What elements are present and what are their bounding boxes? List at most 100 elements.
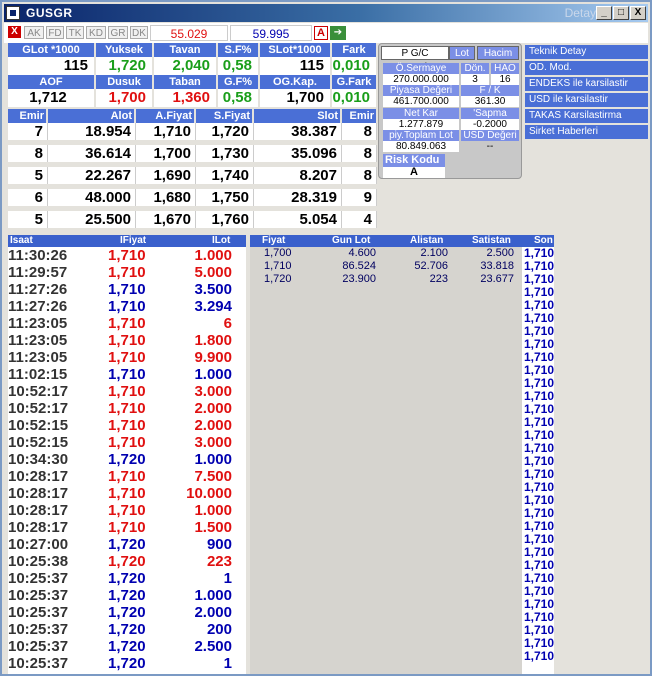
maximize-button[interactable]: □ xyxy=(613,6,629,20)
value-fk: 361.30 xyxy=(461,96,519,107)
value-dusuk: 1,700 xyxy=(96,89,152,107)
trade-row[interactable]: 10:27:00 1,720 900 xyxy=(8,536,246,553)
trade-row[interactable]: 10:28:17 1,710 1.500 xyxy=(8,519,246,536)
header-satistan[interactable]: Satistan xyxy=(472,235,511,247)
order-cell: 36.614 xyxy=(48,145,136,162)
trade-row[interactable]: 10:52:17 1,710 2.000 xyxy=(8,400,246,417)
window-title: GUSGR xyxy=(26,6,73,20)
header-taban: Taban xyxy=(154,75,216,89)
level-cell: 223 xyxy=(429,273,448,285)
trade-row[interactable]: 10:52:15 1,710 3.000 xyxy=(8,434,246,451)
trade-row[interactable]: 10:25:37 1,720 2.500 xyxy=(8,638,246,655)
tab-hacim[interactable]: Hacim xyxy=(477,46,519,60)
trade-lot: 200 xyxy=(206,621,232,638)
trade-row[interactable]: 10:25:37 1,720 1 xyxy=(8,655,246,672)
order-cell: 35.096 xyxy=(254,145,342,162)
header-ifiyat: IFiyat xyxy=(120,235,147,246)
close-icon[interactable]: X xyxy=(8,26,21,38)
title-bar[interactable]: GUSGR Detay _ □ X xyxy=(4,4,648,22)
trade-row[interactable]: 11:27:26 1,710 3.500 xyxy=(8,281,246,298)
tab-pgc-gosterim[interactable]: P G/C Gösterim xyxy=(381,46,449,73)
order-row[interactable]: 5 22.267 1,690 1,740 8.207 8 xyxy=(8,167,377,184)
a-button[interactable]: A xyxy=(314,26,328,40)
trade-price: 1,710 xyxy=(108,247,146,264)
order-row[interactable]: 7 18.954 1,710 1,720 38.387 8 xyxy=(8,123,377,140)
trade-price: 1,710 xyxy=(108,366,146,383)
header-slot: SLot*1000 xyxy=(260,43,330,57)
tab-ak[interactable]: AK xyxy=(24,26,44,39)
trades-list[interactable]: 11:30:26 1,710 1.000 11:29:57 1,710 5.000 11:2… xyxy=(8,247,246,674)
minimize-button[interactable]: _ xyxy=(596,6,612,20)
order-cell: 1,760 xyxy=(196,211,254,228)
trade-row[interactable]: 10:52:15 1,710 2.000 xyxy=(8,417,246,434)
trade-lot: 2.500 xyxy=(194,638,232,655)
trade-row[interactable]: 11:29:57 1,710 5.000 xyxy=(8,264,246,281)
arrow-right-icon[interactable]: ➔ xyxy=(330,26,346,40)
level-row[interactable]: 1,720 23.900 223 23.677 xyxy=(250,273,520,286)
trade-price: 1,720 xyxy=(108,621,146,638)
tab-dk[interactable]: DK xyxy=(130,26,148,39)
trade-lot: 7.500 xyxy=(194,468,232,485)
trade-row[interactable]: 10:25:37 1,720 1 xyxy=(8,570,246,587)
teknik-detay-button[interactable]: Teknik Detay xyxy=(525,45,648,59)
label-hao: HAO xyxy=(491,63,519,74)
order-row[interactable]: 8 36.614 1,700 1,730 35.096 8 xyxy=(8,145,377,162)
level-cell: 23.677 xyxy=(480,273,514,285)
trade-time: 11:02:15 xyxy=(8,366,68,383)
app-icon[interactable] xyxy=(6,6,20,20)
order-cell: 25.500 xyxy=(48,211,136,228)
level-row[interactable]: 1,700 4.600 2.100 2.500 xyxy=(250,247,520,260)
level-cell: 2.500 xyxy=(486,247,514,259)
order-row[interactable]: 5 25.500 1,670 1,760 5.054 4 xyxy=(8,211,377,228)
sirket-haberleri-button[interactable]: Sirket Haberleri xyxy=(525,125,648,139)
trade-lot: 2.000 xyxy=(194,400,232,417)
header-glot: GLot *1000 xyxy=(8,43,94,57)
level-cell: 1,710 xyxy=(264,260,292,272)
trade-row[interactable]: 10:34:30 1,720 1.000 xyxy=(8,451,246,468)
trade-row[interactable]: 10:28:17 1,710 10.000 xyxy=(8,485,246,502)
header-sf: S.F% xyxy=(218,43,258,57)
trade-lot: 1.000 xyxy=(194,247,232,264)
label-piy-toplam-lot: piy.Toplam Lot xyxy=(383,130,459,141)
trade-row[interactable]: 10:25:38 1,720 223 xyxy=(8,553,246,570)
trade-row[interactable]: 10:52:17 1,710 3.000 xyxy=(8,383,246,400)
tab-kd[interactable]: KD xyxy=(86,26,106,39)
trade-row[interactable]: 10:25:37 1,720 2.000 xyxy=(8,604,246,621)
tab-lot[interactable]: Lot xyxy=(449,46,475,60)
tab-gr[interactable]: GR xyxy=(108,26,128,39)
trade-row[interactable]: 11:02:15 1,710 1.000 xyxy=(8,366,246,383)
trade-price: 1,710 xyxy=(108,281,146,298)
header-alistan[interactable]: Alistan xyxy=(410,235,443,247)
trade-row[interactable]: 10:25:37 1,720 200 xyxy=(8,621,246,638)
takas-compare-button[interactable]: TAKAS Karsilastirma xyxy=(525,109,648,123)
value-yuksek: 1,720 xyxy=(96,57,152,75)
value-piyasa-degeri: 461.700.000 xyxy=(383,96,459,107)
trade-time: 10:25:37 xyxy=(8,655,69,672)
tab-tk[interactable]: TK xyxy=(66,26,84,39)
trade-row[interactable]: 11:30:26 1,710 1.000 xyxy=(8,247,246,264)
endeks-compare-button[interactable]: ENDEKS ile karsilastir xyxy=(525,77,648,91)
od-mod-button[interactable]: OD. Mod. xyxy=(525,61,648,75)
trade-row[interactable]: 10:25:37 1,720 1.000 xyxy=(8,587,246,604)
header-gun-lot[interactable]: Gun Lot xyxy=(332,235,370,247)
order-row[interactable]: 6 48.000 1,680 1,750 28.319 9 xyxy=(8,189,377,206)
label-usd-degeri: USD Değeri xyxy=(461,130,519,141)
trade-row[interactable]: 11:23:05 1,710 1.800 xyxy=(8,332,246,349)
order-cell: 4 xyxy=(342,211,377,228)
tab-fd[interactable]: FD xyxy=(46,26,64,39)
level-row[interactable]: 1,710 86.524 52.706 33.818 xyxy=(250,260,520,273)
trade-lot: 3.000 xyxy=(194,383,232,400)
header-fiyat[interactable]: Fiyat xyxy=(262,235,285,247)
trade-row[interactable]: 10:28:17 1,710 1.000 xyxy=(8,502,246,519)
trade-row[interactable]: 11:23:05 1,710 9.900 xyxy=(8,349,246,366)
trade-time: 10:28:17 xyxy=(8,468,69,485)
usd-compare-button[interactable]: USD ile karsilastir xyxy=(525,93,648,107)
close-button[interactable]: X xyxy=(630,6,646,20)
price-value-blue: 59.995 xyxy=(230,25,312,41)
trade-row[interactable]: 11:27:26 1,710 3.294 xyxy=(8,298,246,315)
trade-row[interactable]: 10:28:17 1,710 7.500 xyxy=(8,468,246,485)
trade-row[interactable]: 11:23:05 1,710 6 xyxy=(8,315,246,332)
value-slot: 115 xyxy=(260,57,330,75)
trade-price: 1,710 xyxy=(108,298,146,315)
label-don: Dön. xyxy=(461,63,489,74)
